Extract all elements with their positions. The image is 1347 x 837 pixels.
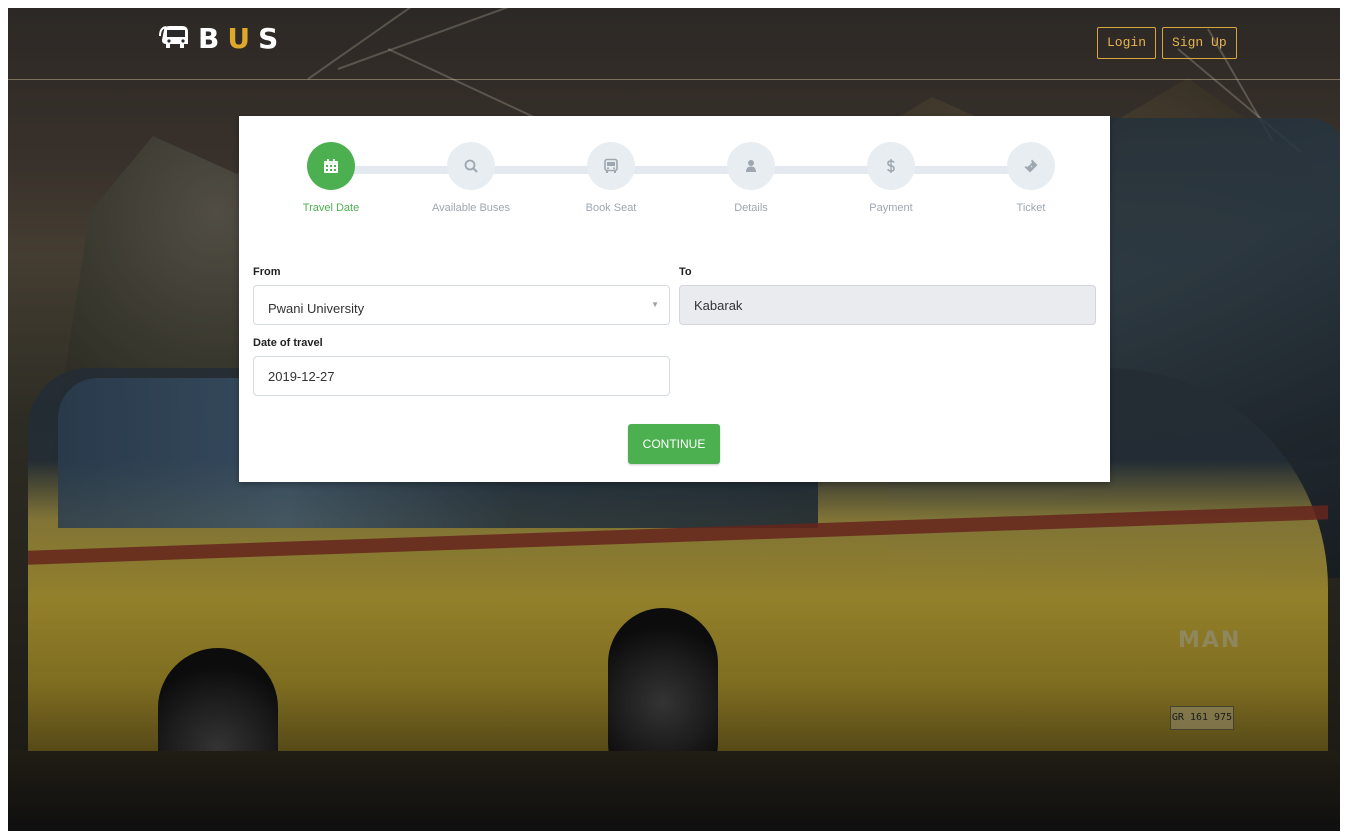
from-select[interactable]: Pwani University ▼ [253, 285, 670, 325]
calendar-icon [324, 159, 338, 173]
step-label: Book Seat [585, 202, 637, 214]
to-label: To [679, 266, 692, 278]
login-button[interactable]: Login [1097, 27, 1157, 59]
brand-name: BUS [198, 22, 286, 55]
step-label: Available Buses [431, 202, 511, 214]
booking-card: Travel Date Available Buses Book Seat De… [239, 116, 1110, 482]
user-icon [746, 160, 756, 172]
step-details[interactable]: Details [691, 142, 811, 214]
step-ticket[interactable]: Ticket [971, 142, 1091, 214]
brand-logo[interactable]: BUS [158, 22, 286, 55]
from-select-value: Pwani University [268, 300, 365, 316]
date-of-travel-value: 2019-12-27 [268, 368, 335, 384]
to-field[interactable]: Kabarak [679, 285, 1096, 325]
step-circle [867, 142, 915, 190]
top-navbar: BUS Login Sign Up [8, 8, 1340, 80]
continue-button[interactable]: CONTINUE [628, 424, 720, 464]
auth-buttons: Login Sign Up [1097, 27, 1237, 59]
brand-letter-b: B [198, 22, 228, 55]
date-of-travel-input[interactable]: 2019-12-27 [253, 356, 670, 396]
booking-stepper: Travel Date Available Buses Book Seat De… [239, 142, 1110, 222]
from-label: From [253, 266, 281, 278]
to-field-value: Kabarak [694, 297, 743, 313]
step-travel-date[interactable]: Travel Date [271, 142, 391, 214]
bus-logo-icon [159, 25, 188, 48]
step-label: Payment [869, 202, 913, 214]
ticket-icon [1024, 159, 1038, 173]
step-payment[interactable]: Payment [831, 142, 951, 214]
dollar-icon [887, 159, 895, 173]
page-frame: MAN GR 161 975 BUS Login Sign Up Travel … [8, 8, 1340, 831]
step-circle [587, 142, 635, 190]
step-circle [307, 142, 355, 190]
search-icon [464, 159, 478, 173]
date-label: Date of travel [253, 337, 323, 349]
brand-letter-s: S [258, 22, 287, 55]
bus-icon [604, 158, 618, 173]
step-circle [447, 142, 495, 190]
step-label: Ticket [1016, 202, 1046, 214]
step-available-buses[interactable]: Available Buses [411, 142, 531, 214]
chevron-down-icon: ▼ [651, 300, 659, 309]
step-circle [727, 142, 775, 190]
step-label: Travel Date [302, 202, 360, 214]
brand-letter-u: U [227, 22, 259, 55]
step-circle [1007, 142, 1055, 190]
signup-button[interactable]: Sign Up [1162, 27, 1237, 59]
step-book-seat[interactable]: Book Seat [551, 142, 671, 214]
step-label: Details [734, 202, 768, 214]
